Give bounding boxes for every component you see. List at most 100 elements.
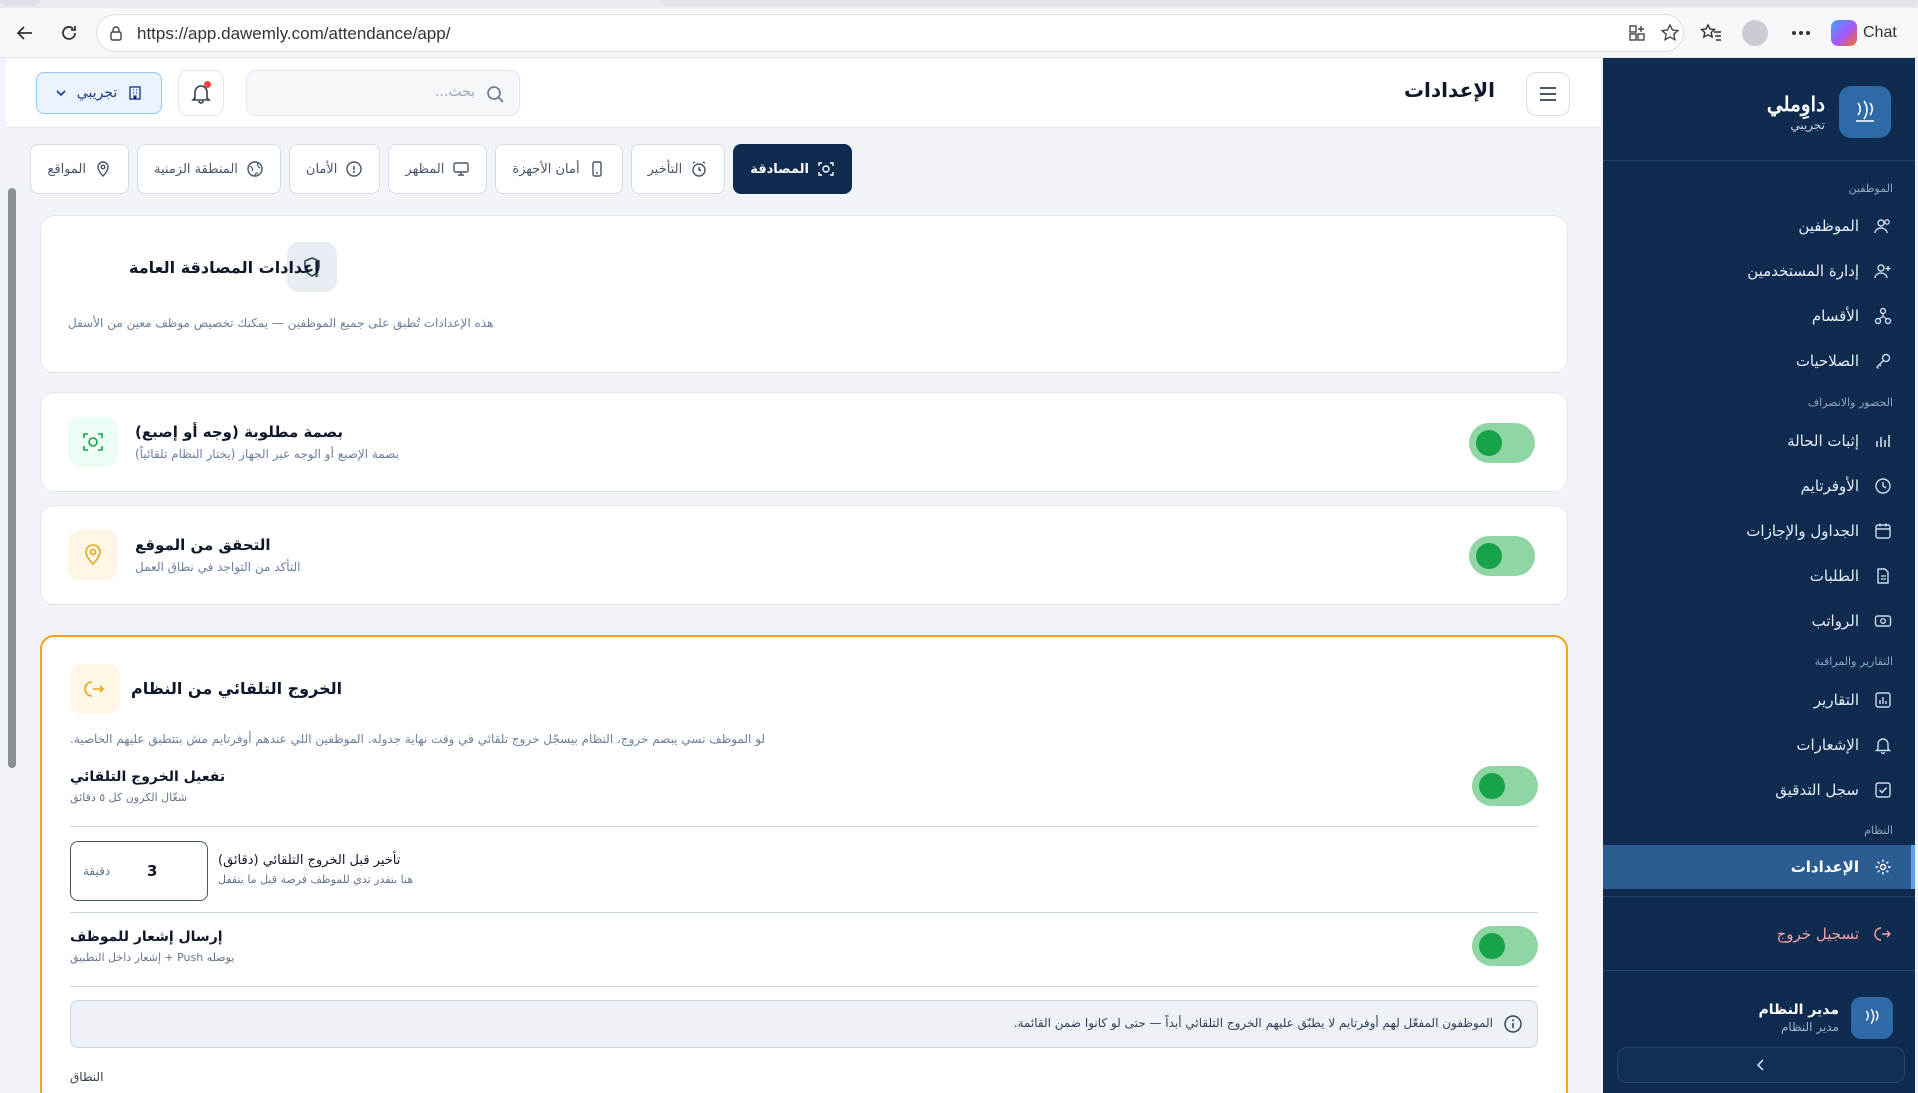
tab-label: الأمان <box>305 161 338 177</box>
sidebar-item-requests[interactable]: الطلبات <box>1603 554 1915 598</box>
delay-title: تأخير قبل الخروج التلقائي (دقائق) <box>218 853 401 868</box>
divider <box>70 912 1538 913</box>
location-desc: التأكد من التواجد في نطاق العمل <box>135 560 301 574</box>
tab-label: أمان الأجهزة <box>512 161 580 177</box>
sidebar-item-checkin[interactable]: إثبات الحالة <box>1603 419 1915 463</box>
sidebar-item-label: الأقسام <box>1811 307 1859 325</box>
star-icon[interactable] <box>1660 23 1680 47</box>
company-selector[interactable]: تجريبي <box>36 72 162 114</box>
sidebar-item-employees[interactable]: الموظفين <box>1603 204 1915 248</box>
delay-unit: دقيقة <box>83 864 111 878</box>
page-title: الإعدادات <box>1403 78 1495 102</box>
brand-name: داوِملي <box>1766 92 1825 116</box>
company-label: تجريبي <box>76 85 118 101</box>
app-root: الإعدادات بحث... تجريبي المصادقة التأخير <box>6 58 1918 1093</box>
address-bar[interactable]: https://app.dawemly.com/attendance/app/ <box>96 14 1684 52</box>
tab-label: المواقع <box>47 161 87 177</box>
sidebar-item-logout[interactable]: تسجيل خروج <box>1603 912 1915 956</box>
settings-tabs: المصادقة التأخير أمان الأجهزة المظهر الأ… <box>30 144 852 196</box>
tab-security[interactable]: الأمان <box>288 144 381 194</box>
bar-chart-icon <box>1873 431 1893 451</box>
location-toggle[interactable] <box>1469 536 1535 576</box>
sidebar-item-payroll[interactable]: الرواتب <box>1603 599 1915 643</box>
tab-label: التأخير <box>647 161 683 177</box>
sidebar-item-label: إدارة المستخدمين <box>1747 262 1859 280</box>
refresh-icon[interactable] <box>56 20 82 46</box>
sidebar-item-label: الأوفرتايم <box>1800 477 1859 495</box>
sidebar-divider <box>1603 970 1915 971</box>
apps-icon[interactable] <box>1627 23 1647 47</box>
location-icon-box <box>68 530 118 580</box>
delay-minutes-input[interactable]: 3 دقيقة <box>70 841 208 901</box>
profile-avatar[interactable] <box>1742 20 1768 46</box>
sidebar-divider <box>1603 160 1915 161</box>
overtime-note-text: الموظفون المفعّل لهم أوفرتايم لا يطبّق ع… <box>1013 1016 1493 1030</box>
sidebar-item-users[interactable]: إدارة المستخدمين <box>1603 249 1915 293</box>
general-auth-desc: هذه الإعدادات تُطبق على جميع الموظفين — … <box>68 316 494 330</box>
tab-appearance[interactable]: المظهر <box>388 144 488 194</box>
avatar <box>1851 997 1893 1039</box>
browser-tab[interactable] <box>0 0 40 6</box>
tab-locations[interactable]: المواقع <box>30 144 130 194</box>
gear-icon <box>1873 857 1893 877</box>
sidebar-item-label: تسجيل خروج <box>1776 925 1859 943</box>
sidebar-item-permissions[interactable]: الصلاحيات <box>1603 339 1915 383</box>
enable-auto-logout-desc: شغّال الكرون كل ٥ دقائق <box>70 791 188 804</box>
sidebar-item-departments[interactable]: الأقسام <box>1603 294 1915 338</box>
biometric-desc: بصمة الإصبع أو الوجه عبر الجهاز (يختار ا… <box>135 447 400 461</box>
info-icon <box>1503 1014 1523 1038</box>
sidebar-item-schedules[interactable]: الجداول والإجازات <box>1603 509 1915 553</box>
auto-logout-icon-box <box>70 664 120 714</box>
sidebar-item-label: الصلاحيات <box>1795 352 1859 370</box>
sidebar-item-reports[interactable]: التقارير <box>1603 678 1915 722</box>
back-icon[interactable] <box>12 20 38 46</box>
sidebar-item-overtime[interactable]: الأوفرتايم <box>1603 464 1915 508</box>
sidebar-item-label: التقارير <box>1813 691 1859 709</box>
search-icon <box>485 84 505 108</box>
brand-logo <box>1839 86 1891 138</box>
notifications-button[interactable] <box>178 70 224 116</box>
auto-logout-desc: لو الموظف نسي يبصم خروج، النظام بيسجّل خ… <box>70 732 766 746</box>
sidebar-section-system: النظام <box>1864 824 1893 837</box>
general-auth-card: إعدادات المصادقة العامة هذه الإعدادات تُ… <box>40 215 1568 373</box>
sidebar-item-label: سجل التدقيق <box>1775 781 1859 799</box>
chat-label: Chat <box>1863 24 1897 41</box>
chat-button[interactable]: Chat <box>1831 18 1897 48</box>
enable-auto-logout-toggle[interactable] <box>1472 766 1538 806</box>
menu-toggle-button[interactable] <box>1526 72 1570 116</box>
more-icon[interactable] <box>1788 20 1814 46</box>
sidebar-item-audit[interactable]: سجل التدقيق <box>1603 768 1915 812</box>
sidebar: داوِملي تجريبي الموظفين الموظفين إدارة ا… <box>1603 58 1915 1093</box>
tab-timezone[interactable]: المنطقة الزمنية <box>137 144 281 194</box>
location-card: التحقق من الموقع التأكد من التواجد في نط… <box>40 505 1568 605</box>
general-auth-title: إعدادات المصادقة العامة <box>129 258 320 277</box>
globe-icon <box>247 161 263 177</box>
notify-employee-toggle[interactable] <box>1472 926 1538 966</box>
user-role: مدير النظام <box>1780 1020 1839 1034</box>
sidebar-collapse-button[interactable] <box>1617 1047 1905 1083</box>
toggle-knob <box>1479 933 1505 959</box>
fingerprint-icon <box>818 162 834 176</box>
sidebar-item-notifications[interactable]: الإشعارات <box>1603 723 1915 767</box>
current-user[interactable]: مدير النظام مدير النظام <box>1758 997 1893 1039</box>
tab-authentication[interactable]: المصادقة <box>733 144 852 194</box>
favorites-icon[interactable] <box>1698 20 1724 46</box>
chevron-down-icon <box>56 90 66 97</box>
key-icon <box>1873 351 1893 371</box>
scrollbar-thumb[interactable] <box>8 188 16 768</box>
tab-device-security[interactable]: أمان الأجهزة <box>495 144 623 194</box>
sidebar-item-label: الجداول والإجازات <box>1746 522 1859 540</box>
biometric-title: بصمة مطلوبة (وجه أو إصبع) <box>135 423 344 441</box>
browser-tab[interactable] <box>660 0 1918 6</box>
search-input[interactable]: بحث... <box>246 70 520 116</box>
sidebar-item-settings[interactable]: الإعدادات <box>1603 845 1915 889</box>
sidebar-item-label: الإعدادات <box>1790 858 1859 876</box>
calendar-icon <box>1873 521 1893 541</box>
brand: داوِملي تجريبي <box>1627 82 1891 142</box>
sidebar-section-attendance: الحضور والانصراف <box>1807 396 1893 409</box>
tab-lateness[interactable]: التأخير <box>630 144 726 194</box>
biometric-toggle[interactable] <box>1469 423 1535 463</box>
biometric-card: بصمة مطلوبة (وجه أو إصبع) بصمة الإصبع أو… <box>40 392 1568 492</box>
sidebar-divider <box>1603 896 1915 897</box>
org-chart-icon <box>1873 306 1893 326</box>
